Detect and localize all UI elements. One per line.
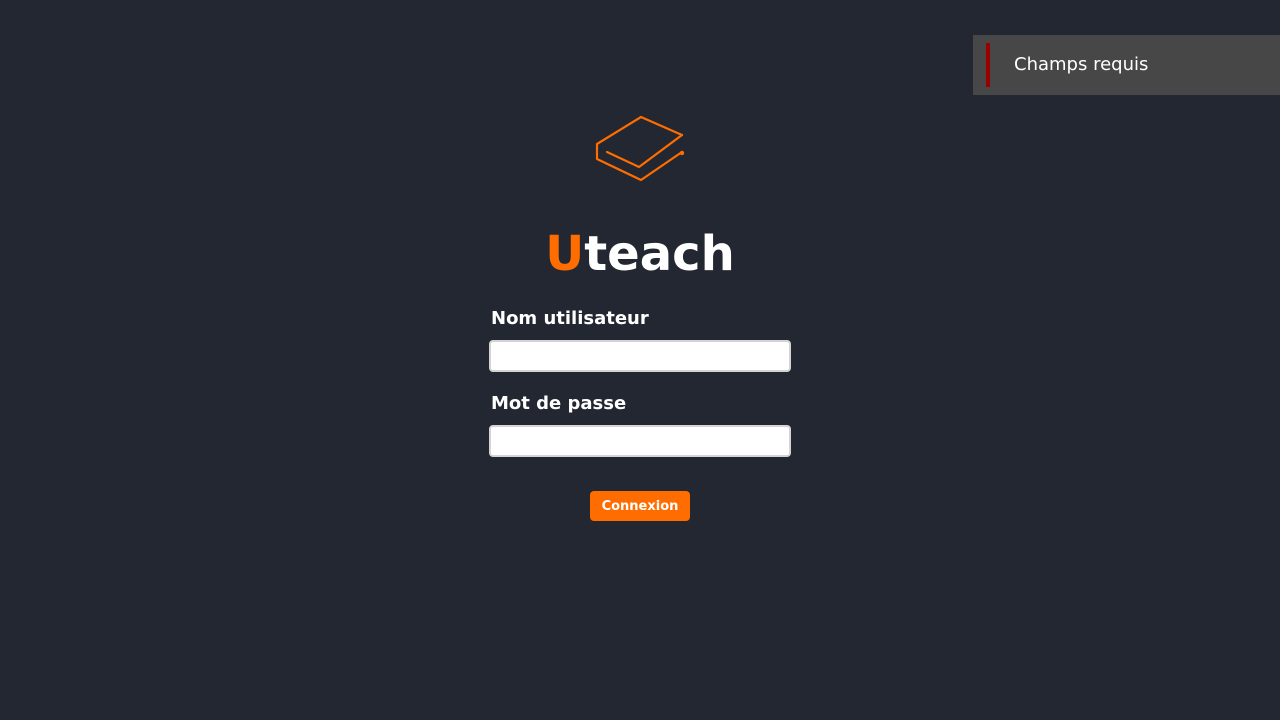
login-button[interactable]: Connexion	[590, 491, 690, 521]
username-input[interactable]	[489, 340, 791, 372]
app-title: Uteach	[0, 222, 1280, 286]
login-page: Champs requis Uteach Nom utilisateur Mot…	[0, 0, 1280, 720]
username-label: Nom utilisateur	[491, 308, 649, 329]
password-input[interactable]	[489, 425, 791, 457]
toast-message: Champs requis	[1014, 54, 1149, 75]
error-toast[interactable]: Champs requis	[973, 35, 1280, 95]
app-title-accent: U	[545, 226, 585, 282]
toast-error-bar	[986, 43, 990, 87]
graduation-cap-icon	[595, 115, 685, 182]
password-label: Mot de passe	[491, 393, 627, 414]
app-title-rest: teach	[584, 226, 735, 282]
